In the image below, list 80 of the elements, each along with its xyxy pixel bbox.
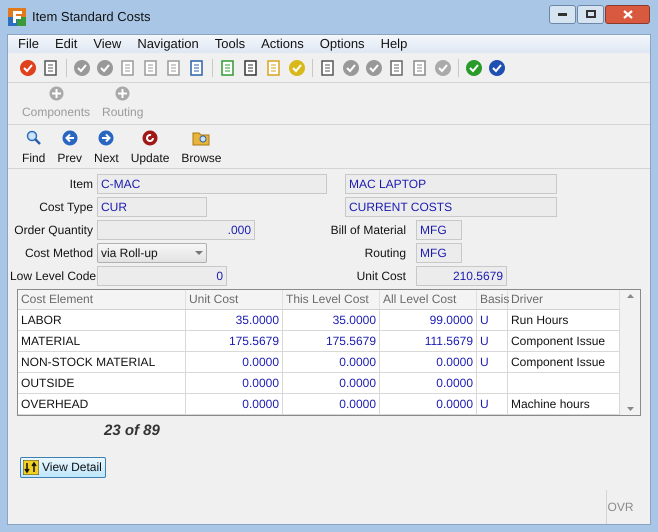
table-cell: U — [477, 310, 508, 330]
folder-icon — [192, 130, 210, 146]
menu-item[interactable]: Tools — [206, 34, 254, 54]
table-cell: OVERHEAD — [18, 394, 186, 414]
table-cell: 0.0000 — [283, 373, 380, 393]
column-header[interactable]: Cost Element — [18, 290, 186, 309]
scrollbar[interactable] — [620, 290, 640, 415]
field-label: Cost Method — [24, 245, 93, 262]
plus-circle-icon — [48, 86, 64, 101]
table-cell: 175.5679 — [186, 331, 283, 351]
menu-item[interactable]: File — [10, 34, 47, 54]
table-cell: 0.0000 — [186, 394, 283, 414]
toolbar-button[interactable]: Find — [20, 130, 48, 167]
order-quantity-field[interactable]: .000 — [97, 220, 255, 240]
field-label: Bill of Material — [330, 222, 406, 239]
dropdown-caret-icon — [195, 251, 203, 255]
table-cell: 0.0000 — [380, 394, 477, 414]
cost-type-field[interactable]: CUR — [97, 197, 207, 217]
toolbar-button[interactable]: Prev — [55, 130, 84, 167]
table-cell: 0.0000 — [283, 394, 380, 414]
view-detail-button[interactable]: View Detail — [20, 456, 106, 478]
refresh-icon — [142, 130, 158, 146]
status-mode: OVR — [606, 490, 634, 524]
minimize-button[interactable] — [549, 4, 576, 24]
bill-of-material-field[interactable]: MFG — [416, 220, 462, 240]
column-header[interactable]: Basis — [477, 290, 508, 309]
table-cell: 0.0000 — [380, 373, 477, 393]
table-cell: 0.0000 — [186, 373, 283, 393]
column-header[interactable]: All Level Cost — [380, 290, 477, 309]
table-cell: OUTSIDE — [18, 373, 186, 393]
table-cell: LABOR — [18, 310, 186, 330]
item-field[interactable]: C-MAC — [97, 174, 327, 194]
table-cell: U — [477, 394, 508, 414]
scroll-up-icon[interactable] — [626, 294, 634, 298]
search-icon — [26, 130, 42, 146]
toolbar-button[interactable]: Browse — [179, 130, 224, 167]
table-cell: 35.0000 — [186, 310, 283, 330]
routing-field[interactable]: MFG — [416, 243, 462, 263]
app-logo-icon — [8, 8, 26, 26]
table-cell: NON-STOCK MATERIAL — [18, 352, 186, 372]
menu-item[interactable]: Options — [312, 34, 373, 54]
column-header[interactable]: This Level Cost — [283, 290, 380, 309]
table-cell: 175.5679 — [283, 331, 380, 351]
toolbar-button[interactable]: Next — [92, 130, 121, 167]
table-cell: 111.5679 — [380, 331, 477, 351]
toolbar-button[interactable]: Update — [128, 130, 172, 167]
table-cell: U — [477, 352, 508, 372]
record-count: 23 of 89 — [104, 421, 161, 441]
notepad-icon[interactable] — [219, 58, 237, 76]
menu-item[interactable]: Navigation — [129, 34, 207, 54]
cost-type-description-field[interactable]: CURRENT COSTS — [345, 197, 557, 217]
scroll-down-icon[interactable] — [626, 407, 634, 411]
menu-item[interactable]: View — [85, 34, 130, 54]
close-button[interactable] — [605, 4, 650, 24]
field-label: Routing — [364, 245, 406, 262]
table-cell: MATERIAL — [18, 331, 186, 351]
table-cell: 0.0000 — [186, 352, 283, 372]
field-label: Low Level Code — [10, 268, 93, 285]
column-header[interactable]: Unit Cost — [186, 290, 283, 309]
field-label: Item — [68, 176, 93, 193]
field-label: Order Quantity — [13, 222, 93, 239]
field-label: Cost Type — [38, 199, 93, 216]
low-level-code-field[interactable]: 0 — [97, 266, 227, 286]
unit-cost-field[interactable]: 210.5679 — [416, 266, 507, 286]
close-icon — [622, 10, 632, 18]
field-label: Unit Cost — [356, 268, 406, 285]
menu-item[interactable]: Help — [372, 34, 416, 54]
window-title: Item Standard Costs — [32, 8, 152, 26]
menu-item[interactable]: Actions — [253, 34, 312, 54]
table-cell: 0.0000 — [380, 352, 477, 372]
table-cell: 35.0000 — [283, 310, 380, 330]
item-description-field[interactable]: MAC LAPTOP — [345, 174, 557, 194]
cost-method-select[interactable]: via Roll-up — [97, 243, 207, 263]
table-cell: 0.0000 — [283, 352, 380, 372]
table-cell: U — [477, 331, 508, 351]
check-icon[interactable] — [73, 58, 91, 76]
plus-circle-icon — [115, 86, 130, 101]
maximize-button[interactable] — [577, 4, 604, 24]
menu-item[interactable]: Edit — [46, 34, 86, 54]
table-cell: 99.0000 — [380, 310, 477, 330]
